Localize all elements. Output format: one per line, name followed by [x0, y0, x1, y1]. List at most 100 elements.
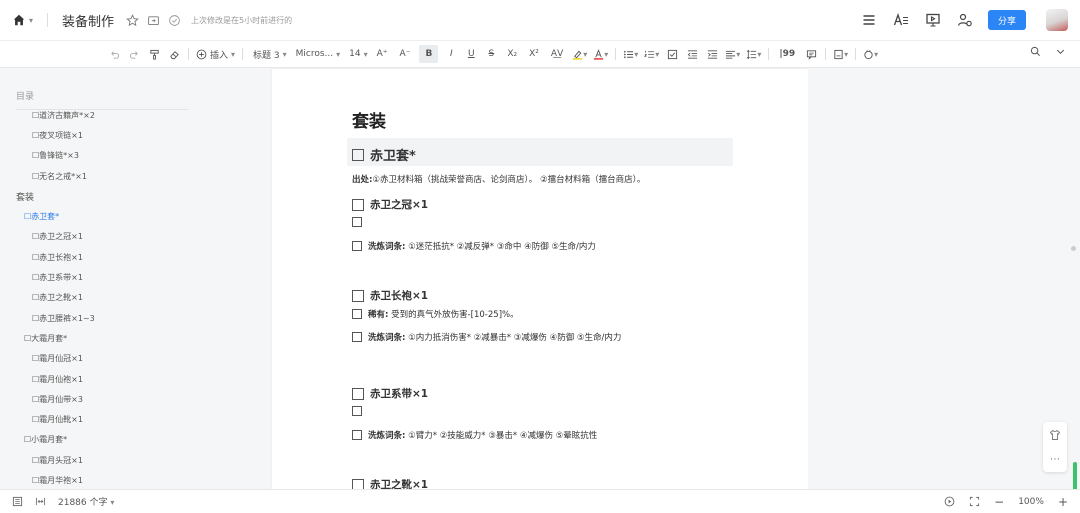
increase-font-button[interactable]: A⁺ [374, 45, 391, 63]
toc-item[interactable]: ☐大霜月套* [0, 328, 200, 348]
zoom-level[interactable]: 100% [1018, 497, 1044, 507]
plugin-dropdown[interactable]: ▾ [863, 45, 878, 63]
checklist-line: 稀有: 受到的真气外放伤害-[10-25]%。 [352, 308, 519, 320]
checklist-button[interactable] [665, 45, 679, 63]
line-label: 洗炼词条: [368, 242, 406, 252]
star-icon[interactable] [126, 13, 139, 27]
page-width-icon[interactable] [35, 496, 46, 507]
toc-item[interactable]: ☐霜月仙袍×1 [0, 369, 200, 389]
checkbox[interactable] [352, 148, 364, 161]
folder-move-icon[interactable] [147, 14, 160, 27]
outdent-icon [687, 49, 697, 59]
text-format-button[interactable] [892, 11, 910, 29]
checkbox[interactable] [352, 241, 362, 251]
checkbox[interactable] [352, 309, 362, 319]
item-heading-text: 赤卫之冠×1 [370, 199, 429, 211]
play-icon[interactable] [944, 496, 955, 507]
toc-item[interactable]: ☐赤卫之靴×1 [0, 288, 200, 308]
checkbox[interactable] [352, 332, 362, 342]
toc-item[interactable]: ☐赤卫长袍×1 [0, 247, 200, 267]
italic-button[interactable]: I [444, 45, 458, 63]
increase-indent-button[interactable] [705, 45, 719, 63]
zoom-in-button[interactable]: + [1058, 495, 1068, 509]
checkbox[interactable] [352, 387, 364, 400]
toc-item[interactable]: ☐霜月仙带×3 [0, 389, 200, 409]
quote-button[interactable]: |99 [776, 45, 798, 63]
collaborate-button[interactable] [956, 11, 974, 29]
toc-item[interactable]: ☐赤卫套* [0, 206, 200, 226]
toc-item[interactable]: ☐小霜月套* [0, 430, 200, 450]
home-menu[interactable]: ▾ [12, 13, 33, 27]
toc-item[interactable]: ☐霜月仙冠×1 [0, 349, 200, 369]
numbered-list-button[interactable]: ▾ [644, 45, 659, 63]
chevron-down-icon[interactable] [1055, 46, 1066, 57]
strikethrough-button[interactable]: S [484, 45, 498, 63]
saved-check-icon [169, 14, 180, 26]
superscript-button[interactable]: X² [526, 45, 542, 63]
outline-menu-button[interactable] [860, 11, 878, 29]
chevron-down-icon: ▾ [363, 49, 368, 59]
bullet-list-button[interactable]: ▾ [623, 45, 638, 63]
undo-button[interactable] [107, 45, 121, 63]
redo-button[interactable] [127, 45, 141, 63]
more-icon[interactable]: ⋯ [1050, 454, 1060, 465]
toc-item[interactable]: ☐霜月头冠×1 [0, 450, 200, 470]
font-size-dropdown[interactable]: 14 ▾ [346, 45, 367, 63]
font-color-button[interactable]: ▾ [593, 45, 608, 63]
highlight-color-button[interactable]: ▾ [572, 45, 587, 63]
toc-item[interactable]: ☐赤卫腰裤×1~3 [0, 308, 200, 328]
font-size-label: 14 [349, 49, 361, 59]
zoom-out-button[interactable]: − [994, 495, 1004, 509]
toc-item[interactable]: ☐鲁锋链*×3 [0, 146, 200, 166]
bold-button[interactable]: B [419, 45, 439, 63]
font-color-icon [594, 48, 604, 60]
insert-menu[interactable]: 插入 ▾ [196, 45, 235, 63]
toc-item[interactable]: 套装 [0, 186, 200, 206]
line-spacing-dropdown[interactable]: ▾ [746, 45, 761, 63]
checkbox[interactable] [352, 478, 364, 489]
document-page[interactable]: 套装 赤卫套* 出处: ①赤卫材料箱（挑战荣誉商店、论剑商店）。 ②擂台材料箱（… [272, 69, 808, 489]
text-format-icon [893, 13, 908, 26]
scroll-handle[interactable] [1071, 246, 1076, 251]
checkbox[interactable] [352, 430, 362, 440]
share-button[interactable]: 分享 [988, 10, 1026, 30]
checkbox[interactable] [352, 406, 362, 416]
avatar[interactable] [1046, 9, 1068, 31]
shirt-icon[interactable] [1049, 429, 1061, 441]
outline-toggle-icon[interactable] [12, 496, 23, 507]
toc-item[interactable]: ☐赤卫之冠×1 [0, 227, 200, 247]
toc-item[interactable]: ☐霜月华袍×1 [0, 470, 200, 489]
checklist-line [352, 217, 368, 227]
search-icon[interactable] [1030, 46, 1041, 57]
clear-format-button[interactable] [167, 45, 181, 63]
toc-item[interactable]: ☐夜叉项链×1 [0, 125, 200, 145]
page-setup-dropdown[interactable]: ▾ [833, 45, 848, 63]
toc-list: ☐道济古籍声*×2 ☐夜叉项链×1 ☐鲁锋链*×3 ☐无名之戒*×1 套装 ☐赤卫套* ☐赤… [0, 105, 200, 489]
toc-item[interactable]: ☐无名之戒*×1 [0, 166, 200, 186]
subscript-button[interactable]: X₂ [504, 45, 520, 63]
checkbox[interactable] [352, 289, 364, 302]
checkbox[interactable] [352, 217, 362, 227]
format-painter-button[interactable] [147, 45, 161, 63]
word-count[interactable]: 21886 个字 ▾ [58, 495, 114, 508]
fullscreen-icon[interactable] [969, 496, 980, 507]
heading-2-text: 赤卫套* [370, 149, 416, 164]
source-text: ①赤卫材料箱（挑战荣誉商店、论剑商店）。 ②擂台材料箱（擂台商店）。 [372, 175, 646, 185]
checkbox[interactable] [352, 198, 364, 211]
decrease-font-button[interactable]: A⁻ [397, 45, 414, 63]
comment-button[interactable] [804, 45, 818, 63]
font-family-dropdown[interactable]: Micros... ▾ [293, 45, 341, 63]
indent-icon [707, 49, 717, 59]
decrease-indent-button[interactable] [685, 45, 699, 63]
toc-item[interactable]: ☐霜月仙靴×1 [0, 409, 200, 429]
character-spacing-button[interactable]: A͟V [548, 45, 566, 63]
presentation-button[interactable] [924, 11, 942, 29]
toc-item[interactable]: ☐道济古籍声*×2 [0, 105, 200, 125]
heading-style-dropdown[interactable]: 标题 3 ▾ [250, 45, 287, 63]
line-text: ①内力抵消伤害* ②减暴击* ③减爆伤 ④防御 ⑤生命/内力 [408, 333, 622, 343]
heading-style-label: 标题 3 [253, 50, 280, 61]
document-title[interactable]: 装备制作 [62, 11, 114, 30]
underline-button[interactable]: U [464, 45, 478, 63]
align-dropdown[interactable]: ▾ [725, 45, 740, 63]
toc-item[interactable]: ☐赤卫系带×1 [0, 267, 200, 287]
